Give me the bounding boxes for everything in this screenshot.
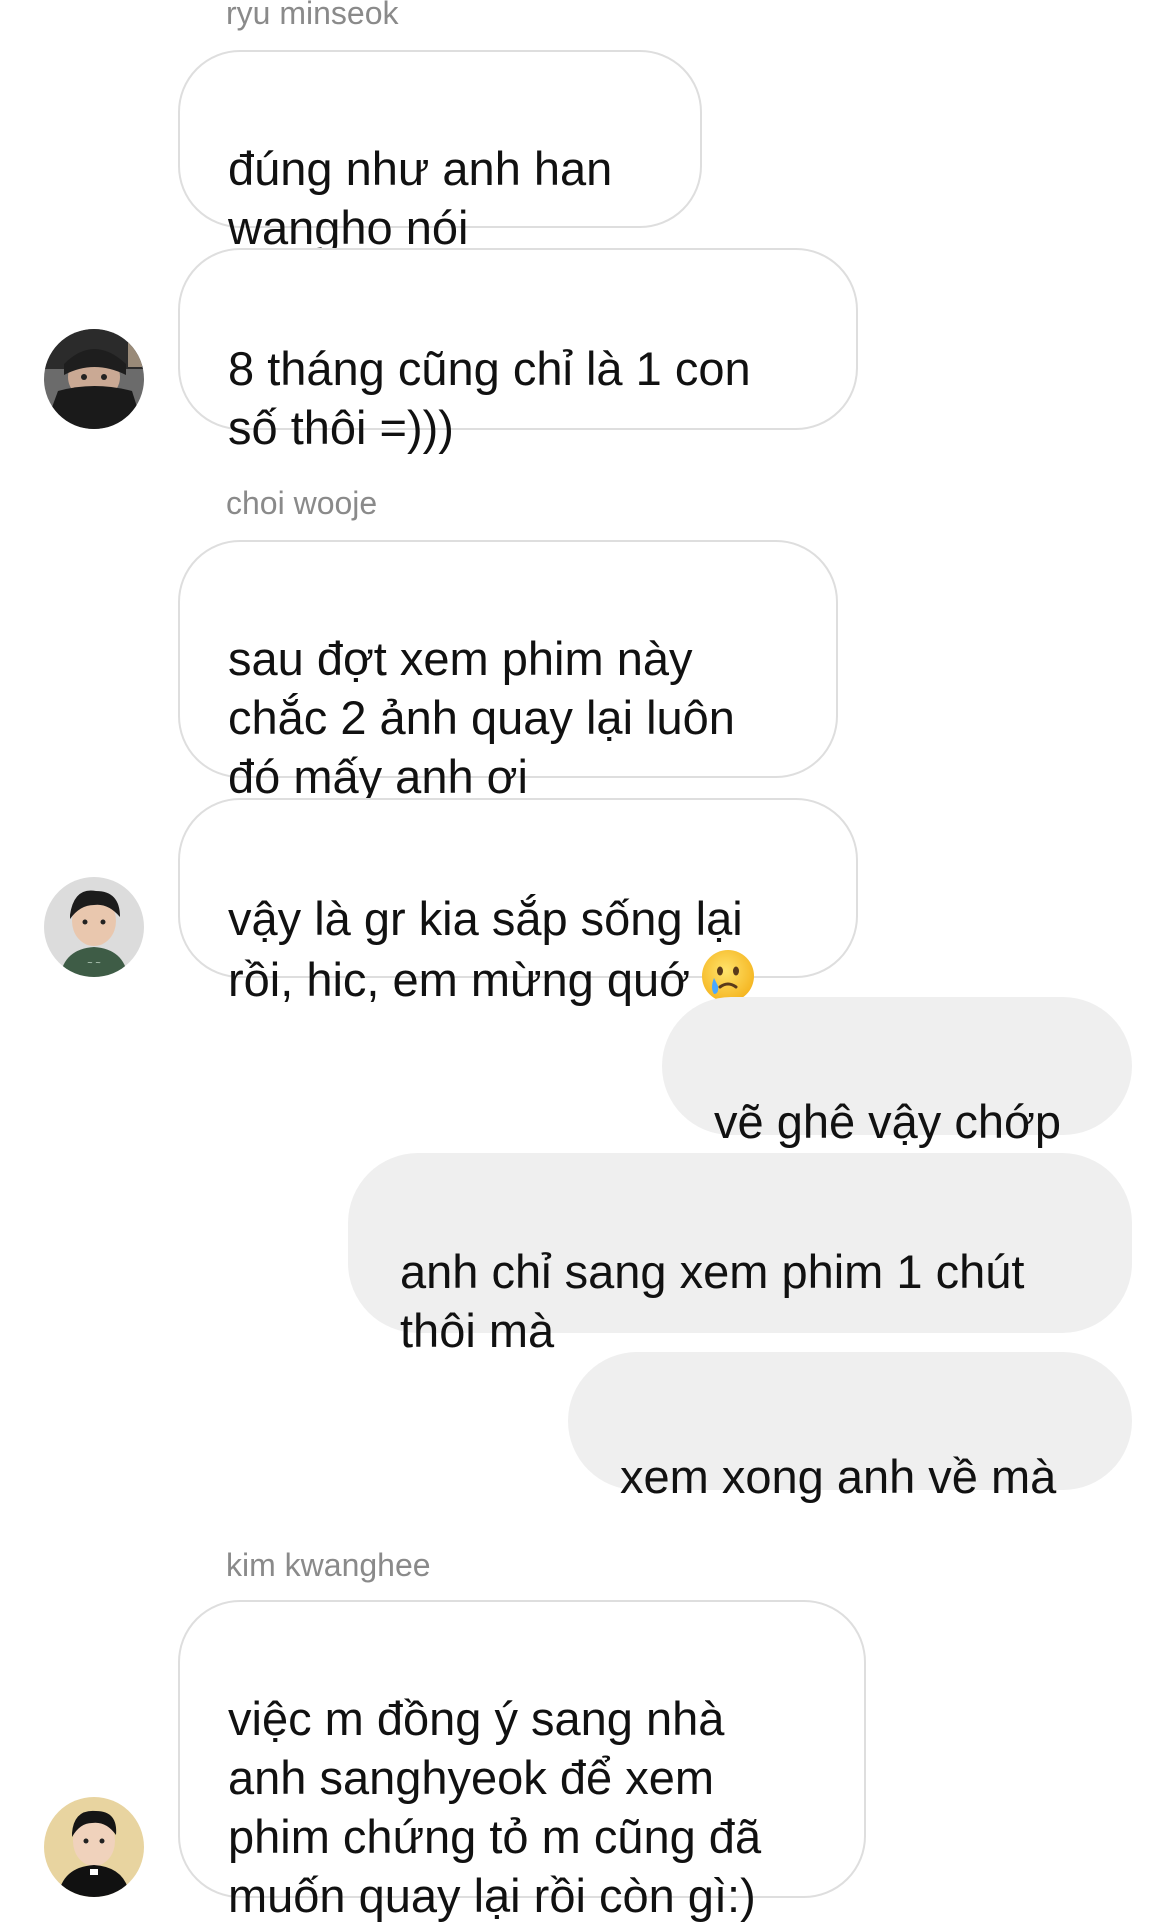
message-text: xem xong anh về mà [620, 1450, 1057, 1503]
outgoing-message-bubble[interactable]: xem xong anh về mà [568, 1352, 1132, 1503]
message-text: 8 tháng cũng chỉ là 1 con số thôi =))) [228, 342, 751, 454]
avatar-photo-icon: ~ ~ [44, 877, 144, 977]
message-bubble[interactable]: 8 tháng cũng chỉ là 1 con số thôi =))) [178, 248, 858, 454]
message-bubble[interactable]: đúng như anh han wangho nói [178, 50, 702, 254]
sender-name-choi-wooje: choi wooje [226, 485, 378, 521]
avatar-ryu-minseok[interactable] [44, 329, 144, 429]
avatar-kim-kwanghee[interactable] [44, 1797, 144, 1897]
sender-name-ryu-minseok: ryu minseok [226, 0, 399, 31]
chat-thread[interactable]: ryu minseok đúng như anh han wangho nói … [0, 0, 1170, 1922]
message-bubble[interactable]: sau đợt xem phim này chắc 2 ảnh quay lại… [178, 540, 838, 803]
message-text: vậy là gr kia sắp sống lại rồi, hic, em … [228, 892, 743, 1006]
outgoing-message-bubble[interactable]: anh chỉ sang xem phim 1 chút thôi mà [348, 1153, 1132, 1357]
message-bubble[interactable]: việc m đồng ý sang nhà anh sanghyeok để … [178, 1600, 866, 1922]
message-bubble[interactable]: vậy là gr kia sắp sống lại rồi, hic, em … [178, 798, 858, 1006]
avatar-photo-icon [44, 329, 144, 429]
message-text: vẽ ghê vậy chớp [714, 1095, 1061, 1148]
message-text: anh chỉ sang xem phim 1 chút thôi mà [400, 1245, 1025, 1357]
avatar-choi-wooje[interactable]: ~ ~ [44, 877, 144, 977]
avatar-photo-icon [44, 1797, 144, 1897]
message-text: sau đợt xem phim này chắc 2 ảnh quay lại… [228, 632, 735, 803]
message-text: việc m đồng ý sang nhà anh sanghyeok để … [228, 1692, 762, 1922]
svg-text:~ ~: ~ ~ [87, 959, 101, 967]
crying-face-icon [700, 948, 756, 1004]
message-text: đúng như anh han wangho nói [228, 142, 613, 254]
sender-name-kim-kwanghee: kim kwanghee [226, 1547, 431, 1583]
outgoing-message-bubble[interactable]: vẽ ghê vậy chớp [662, 997, 1132, 1148]
